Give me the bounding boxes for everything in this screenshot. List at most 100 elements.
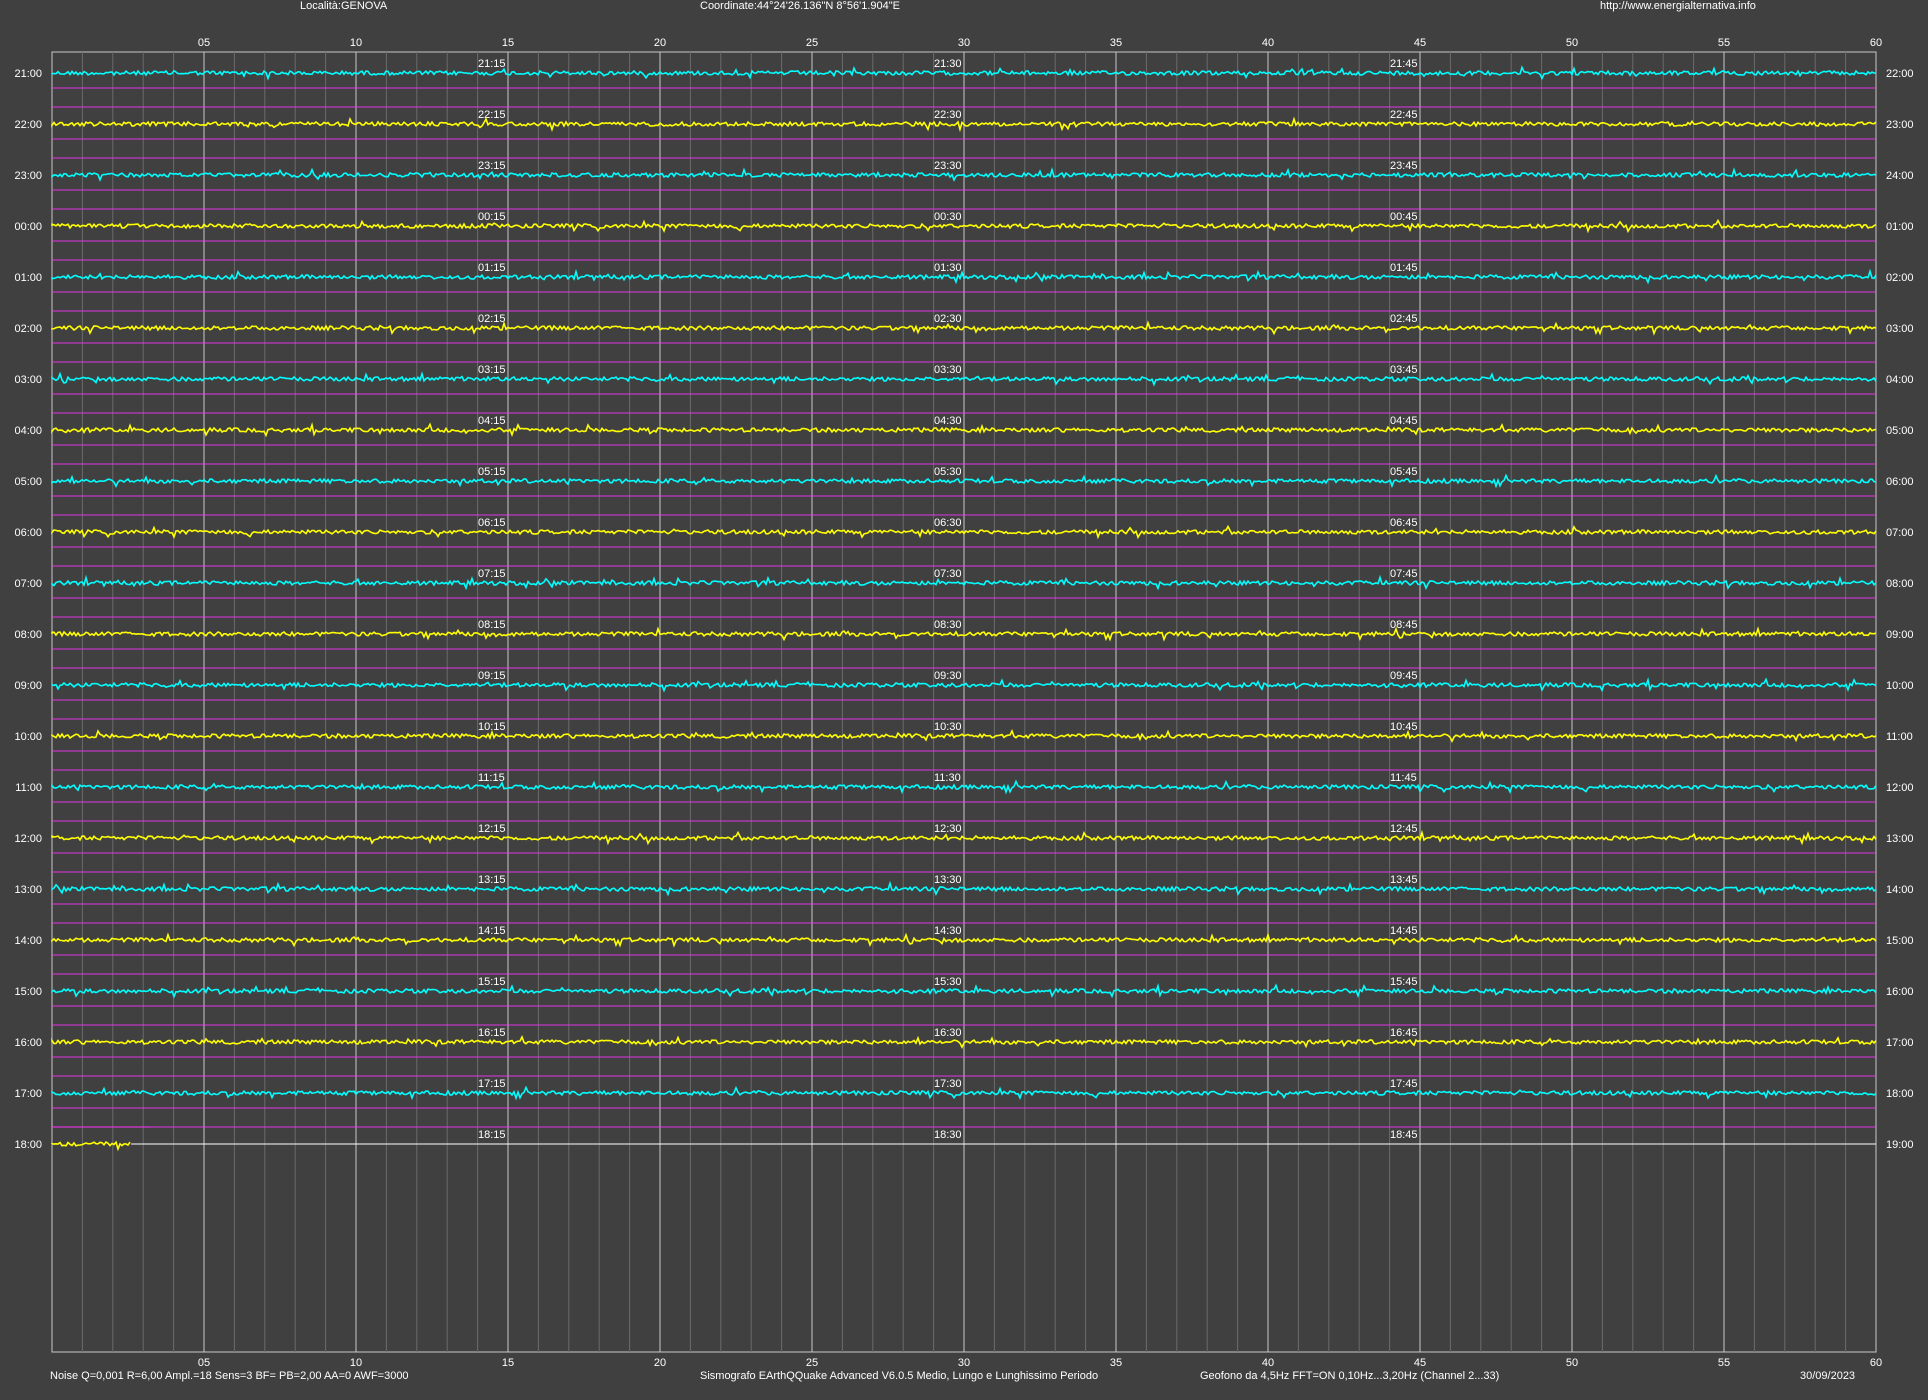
right-hour-label: 13:00 — [1886, 833, 1914, 845]
quarter-hour-label: 09:15 — [478, 670, 506, 682]
quarter-hour-label: 17:45 — [1390, 1078, 1418, 1090]
left-hour-label: 01:00 — [14, 272, 42, 284]
quarter-hour-label: 07:15 — [478, 568, 506, 580]
left-hour-label: 10:00 — [14, 731, 42, 743]
quarter-hour-label: 16:15 — [478, 1027, 506, 1039]
right-hour-label: 17:00 — [1886, 1037, 1914, 1049]
right-hour-label: 05:00 — [1886, 425, 1914, 437]
quarter-hour-label: 03:15 — [478, 364, 506, 376]
right-hour-label: 06:00 — [1886, 476, 1914, 488]
quarter-hour-label: 18:15 — [478, 1129, 506, 1141]
quarter-hour-label: 12:45 — [1390, 823, 1418, 835]
x-tick-label-top: 20 — [654, 37, 666, 49]
right-hour-label: 11:00 — [1886, 731, 1913, 743]
x-tick-label-bottom: 30 — [958, 1357, 970, 1369]
x-tick-label-top: 15 — [502, 37, 514, 49]
quarter-hour-label: 01:15 — [478, 262, 506, 274]
quarter-hour-label: 11:45 — [1390, 772, 1417, 784]
left-hour-label: 13:00 — [14, 884, 42, 896]
right-hour-label: 15:00 — [1886, 935, 1914, 947]
left-hour-label: 21:00 — [14, 68, 42, 80]
quarter-hour-label: 10:45 — [1390, 721, 1418, 733]
quarter-hour-label: 09:30 — [934, 670, 962, 682]
quarter-hour-label: 14:30 — [934, 925, 962, 937]
left-hour-label: 05:00 — [14, 476, 42, 488]
x-tick-label-bottom: 35 — [1110, 1357, 1122, 1369]
right-hour-label: 02:00 — [1886, 272, 1914, 284]
quarter-hour-label: 00:30 — [934, 211, 962, 223]
quarter-hour-label: 14:15 — [478, 925, 506, 937]
right-hour-label: 04:00 — [1886, 374, 1914, 386]
quarter-hour-label: 21:45 — [1390, 58, 1418, 70]
left-hour-label: 23:00 — [14, 170, 42, 182]
right-hour-label: 01:00 — [1886, 221, 1914, 233]
quarter-hour-label: 08:15 — [478, 619, 506, 631]
quarter-hour-label: 07:30 — [934, 568, 962, 580]
quarter-hour-label: 23:45 — [1390, 160, 1418, 172]
quarter-hour-label: 08:45 — [1390, 619, 1418, 631]
quarter-hour-label: 00:15 — [478, 211, 506, 223]
quarter-hour-label: 10:30 — [934, 721, 962, 733]
quarter-hour-label: 02:15 — [478, 313, 506, 325]
quarter-hour-label: 12:30 — [934, 823, 962, 835]
x-tick-label-top: 10 — [350, 37, 362, 49]
quarter-hour-label: 22:15 — [478, 109, 506, 121]
quarter-hour-label: 13:30 — [934, 874, 962, 886]
quarter-hour-label: 21:15 — [478, 58, 506, 70]
x-tick-label-top: 30 — [958, 37, 970, 49]
quarter-hour-label: 02:30 — [934, 313, 962, 325]
right-hour-label: 14:00 — [1886, 884, 1914, 896]
right-hour-label: 23:00 — [1886, 119, 1914, 131]
quarter-hour-label: 04:30 — [934, 415, 962, 427]
x-tick-label-top: 25 — [806, 37, 818, 49]
sensor-label: Geofono da 4,5Hz FFT=ON 0,10Hz...3,20Hz … — [1200, 1370, 1500, 1382]
x-tick-label-bottom: 05 — [198, 1357, 210, 1369]
left-hour-label: 16:00 — [14, 1037, 42, 1049]
x-tick-label-bottom: 45 — [1414, 1357, 1426, 1369]
right-hour-label: 08:00 — [1886, 578, 1914, 590]
quarter-hour-label: 17:15 — [478, 1078, 506, 1090]
quarter-hour-label: 01:45 — [1390, 262, 1418, 274]
x-tick-label-bottom: 25 — [806, 1357, 818, 1369]
quarter-hour-label: 07:45 — [1390, 568, 1418, 580]
quarter-hour-label: 16:45 — [1390, 1027, 1418, 1039]
quarter-hour-label: 04:45 — [1390, 415, 1418, 427]
quarter-hour-label: 05:45 — [1390, 466, 1418, 478]
left-hour-label: 11:00 — [15, 782, 42, 794]
quarter-hour-label: 17:30 — [934, 1078, 962, 1090]
right-hour-label: 24:00 — [1886, 170, 1914, 182]
settings-label: Noise Q=0,001 R=6,00 Ampl.=18 Sens=3 BF=… — [50, 1370, 409, 1382]
quarter-hour-label: 23:30 — [934, 160, 962, 172]
left-hour-label: 12:00 — [14, 833, 42, 845]
left-hour-label: 07:00 — [14, 578, 42, 590]
quarter-hour-label: 06:45 — [1390, 517, 1418, 529]
right-hour-label: 09:00 — [1886, 629, 1914, 641]
quarter-hour-label: 06:15 — [478, 517, 506, 529]
left-hour-label: 17:00 — [14, 1088, 42, 1100]
right-hour-label: 18:00 — [1886, 1088, 1914, 1100]
x-tick-label-top: 05 — [198, 37, 210, 49]
x-tick-label-top: 55 — [1718, 37, 1730, 49]
right-hour-label: 19:00 — [1886, 1139, 1914, 1151]
x-tick-label-bottom: 50 — [1566, 1357, 1578, 1369]
quarter-hour-label: 13:15 — [478, 874, 506, 886]
quarter-hour-label: 06:30 — [934, 517, 962, 529]
quarter-hour-label: 15:45 — [1390, 976, 1418, 988]
right-hour-label: 03:00 — [1886, 323, 1914, 335]
quarter-hour-label: 11:30 — [934, 772, 961, 784]
x-tick-label-bottom: 55 — [1718, 1357, 1730, 1369]
seismogram-chart: 05 05 10 10 15 15 20 20 25 25 30 30 35 35 40 40 45 45 50 50… — [14, 37, 1914, 1369]
left-hour-label: 08:00 — [14, 629, 42, 641]
x-tick-label-bottom: 40 — [1262, 1357, 1274, 1369]
x-tick-label-top: 45 — [1414, 37, 1426, 49]
right-hour-label: 22:00 — [1886, 68, 1914, 80]
quarter-hour-label: 01:30 — [934, 262, 962, 274]
x-tick-label-bottom: 20 — [654, 1357, 666, 1369]
quarter-hour-label: 09:45 — [1390, 670, 1418, 682]
left-hour-label: 04:00 — [14, 425, 42, 437]
left-hour-label: 15:00 — [14, 986, 42, 998]
left-hour-label: 18:00 — [14, 1139, 42, 1151]
left-hour-label: 06:00 — [14, 527, 42, 539]
quarter-hour-label: 14:45 — [1390, 925, 1418, 937]
left-hour-label: 03:00 — [14, 374, 42, 386]
